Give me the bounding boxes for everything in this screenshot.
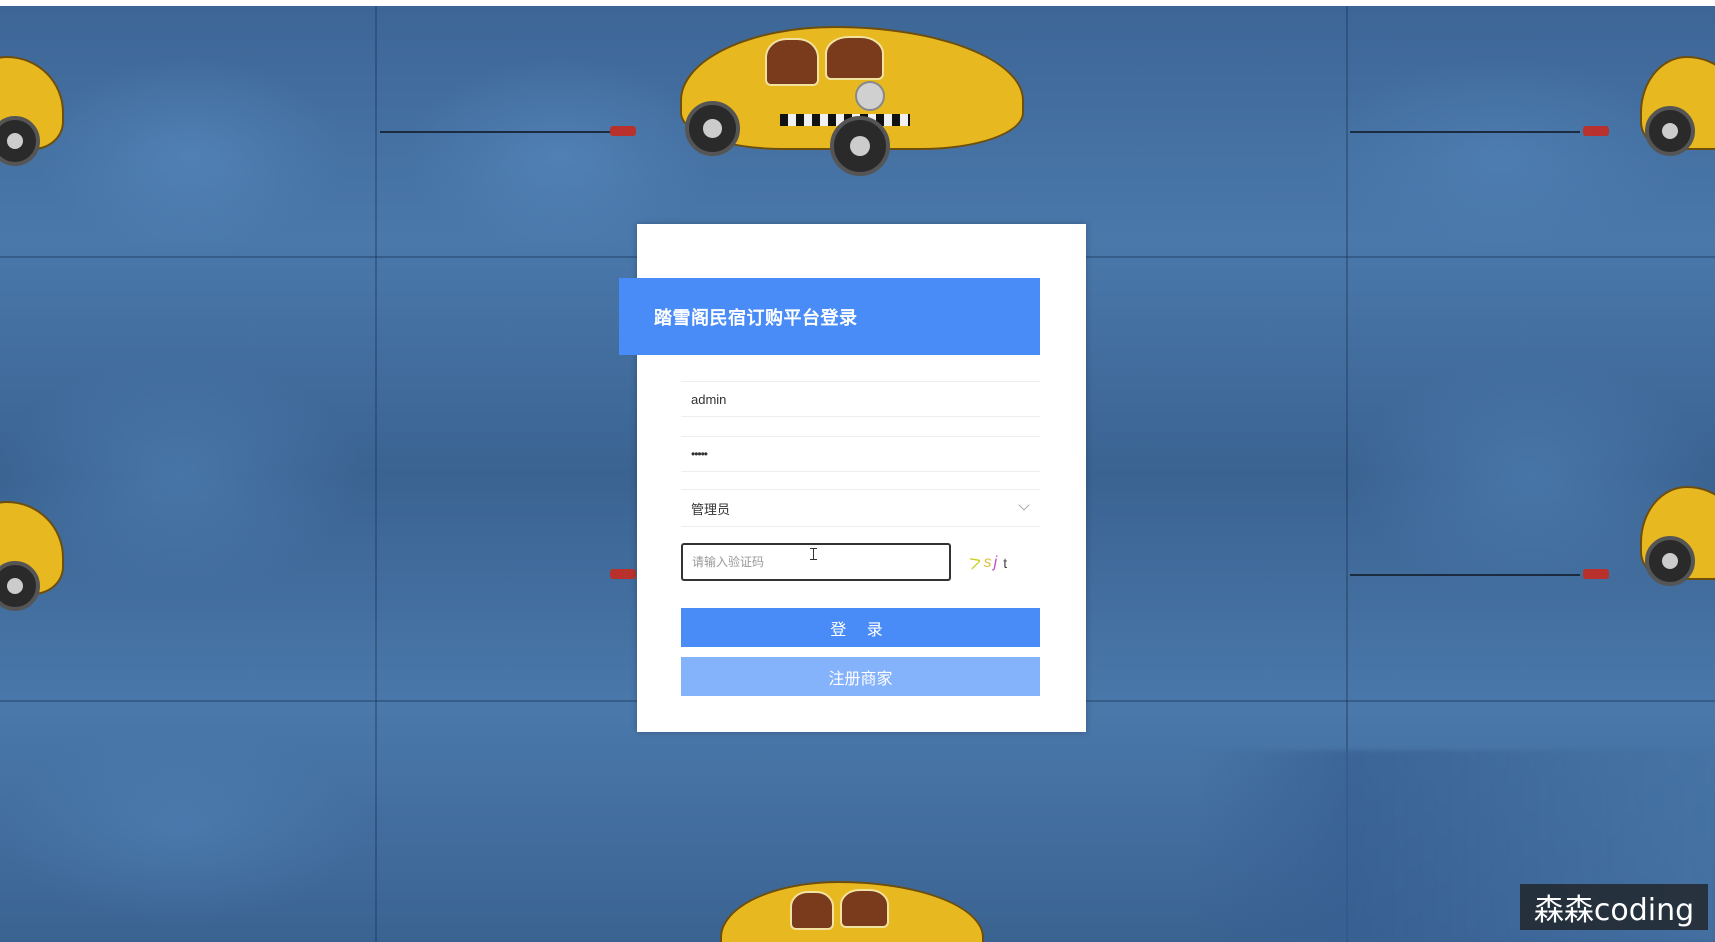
username-value: admin [691, 391, 727, 407]
captcha-char: t [1003, 555, 1008, 571]
register-merchant-button[interactable]: 注册商家 [681, 657, 1040, 696]
plug [1583, 126, 1609, 136]
login-title-bar: 踏雪阁民宿订购平台登录 [619, 278, 1040, 355]
taxi-car-illustration [1640, 476, 1715, 606]
captcha-char: ᐳ [967, 553, 985, 574]
password-field[interactable]: ••••• [681, 436, 1040, 472]
username-field[interactable]: admin [681, 381, 1040, 417]
chevron-down-icon [1018, 499, 1030, 511]
taxi-car-illustration [1640, 46, 1715, 176]
wire [380, 131, 610, 133]
tile-seam [375, 6, 377, 942]
role-selected-value: 管理员 [691, 501, 731, 517]
login-button[interactable]: 登 录 [681, 608, 1040, 647]
wire [1350, 574, 1580, 576]
wire [1350, 131, 1580, 133]
captcha-char: j [993, 554, 998, 571]
captcha-image[interactable]: ᐳ s j t [967, 552, 1030, 574]
watermark: 森森coding [1520, 884, 1708, 930]
plug [610, 126, 636, 136]
password-value: ••••• [691, 447, 708, 461]
taxi-car-illustration [0, 491, 80, 621]
plug [1583, 569, 1609, 579]
taxi-car-illustration [700, 871, 1000, 942]
page-title: 踏雪阁民宿订购平台登录 [654, 307, 858, 328]
role-select[interactable]: 管理员 [681, 489, 1040, 527]
taxi-car-illustration [0, 46, 80, 176]
watermark-text: 森森coding [1533, 893, 1695, 928]
plug [610, 569, 636, 579]
text-cursor-icon [810, 548, 817, 560]
captcha-char: s [983, 554, 992, 571]
taxi-car-illustration [670, 6, 1040, 186]
